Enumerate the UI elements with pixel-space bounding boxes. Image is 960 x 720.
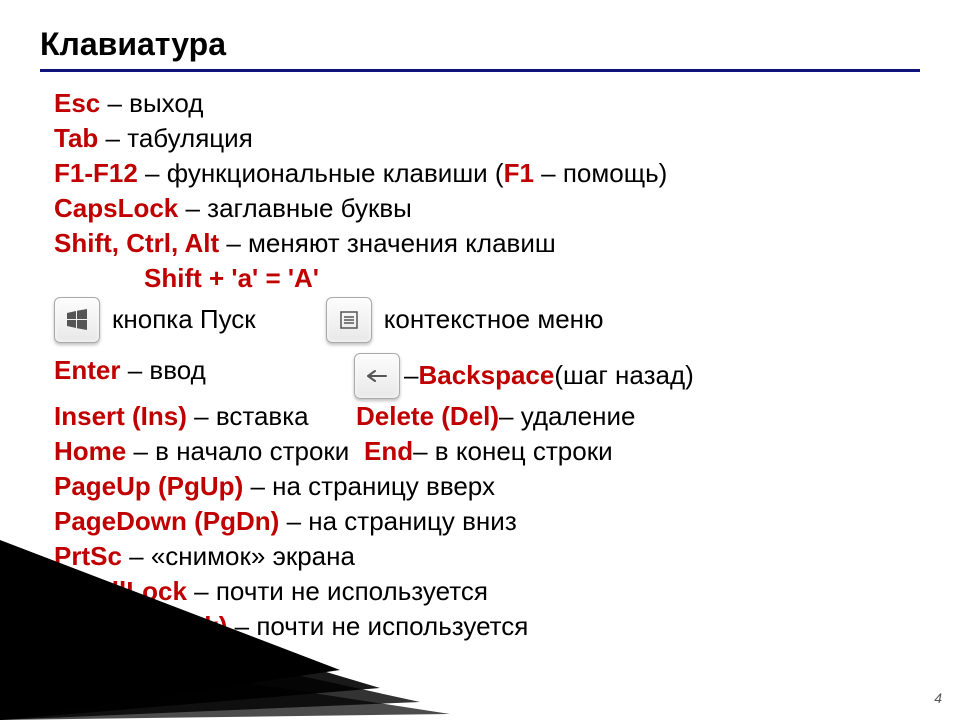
col-left: Home – в начало строки xyxy=(54,434,364,469)
col-right: End – в конец строки xyxy=(364,434,920,469)
key-name: Esc xyxy=(54,88,100,118)
col-left: Enter – ввод xyxy=(54,353,354,399)
text: – функциональные клавиши ( xyxy=(138,158,504,188)
col-left: Insert (Ins) – вставка xyxy=(54,399,354,434)
title-underline xyxy=(40,69,920,72)
key-desc: – в конец строки xyxy=(413,434,613,469)
key-desc: – табуляция xyxy=(98,123,252,153)
key-desc: (шаг назад) xyxy=(554,358,693,393)
line-esc: Esc – выход xyxy=(54,86,920,121)
slide-title: Клавиатура xyxy=(40,26,920,63)
key-name: PageUp (PgUp) xyxy=(54,471,243,501)
key-name: F1 xyxy=(504,158,534,188)
shift-example: Shift + 'a' = 'A' xyxy=(144,263,319,293)
key-desc: – заглавные буквы xyxy=(178,193,412,223)
start-button-label: кнопка Пуск xyxy=(112,302,256,337)
key-desc: – ввод xyxy=(120,355,205,385)
key-desc: – почти не используется xyxy=(187,576,488,606)
line-capslock: CapsLock – заглавные буквы xyxy=(54,191,920,226)
col-right: Delete (Del) – удаление xyxy=(354,399,920,434)
line-home-end: Home – в начало строки End – в конец стр… xyxy=(54,434,920,469)
slide: Клавиатура Esc – выход Tab – табуляция F… xyxy=(0,0,960,644)
line-prtsc: PrtSc – «снимок» экрана xyxy=(54,539,920,574)
key-desc: – меняют значения клавиш xyxy=(219,228,556,258)
key-name: Home xyxy=(54,436,126,466)
context-menu-key-icon xyxy=(326,297,372,343)
dash: – xyxy=(404,358,418,393)
key-name: F1-F12 xyxy=(54,158,138,188)
line-fkeys: F1-F12 – функциональные клавиши (F1 – по… xyxy=(54,156,920,191)
key-desc: – удаление xyxy=(499,399,635,434)
page-number: 4 xyxy=(934,690,942,706)
key-desc: – выход xyxy=(100,88,203,118)
key-name: CapsLock xyxy=(54,193,178,223)
line-win-ctx: кнопка Пуск контекстное меню xyxy=(54,297,920,343)
key-desc: – «снимок» экрана xyxy=(122,541,355,571)
windows-key-icon xyxy=(54,297,100,343)
col-right: – Backspace (шаг назад) xyxy=(354,353,920,399)
key-name: End xyxy=(364,434,413,469)
slide-body: Esc – выход Tab – табуляция F1-F12 – фун… xyxy=(40,86,920,644)
context-menu-label: контекстное меню xyxy=(384,302,604,337)
key-name: ScrollLock xyxy=(54,576,187,606)
line-shift-example: Shift + 'a' = 'A' xyxy=(54,261,920,296)
key-name: Insert (Ins) xyxy=(54,401,187,431)
key-name: Backspace xyxy=(418,358,554,393)
text: – помощь) xyxy=(534,158,667,188)
line-pagedown: PageDown (PgDn) – на страницу вниз xyxy=(54,504,920,539)
line-modifiers: Shift, Ctrl, Alt – меняют значения клави… xyxy=(54,226,920,261)
line-scrolllock: ScrollLock – почти не используется xyxy=(54,574,920,609)
line-pause: Pause (Break) – почти не используется xyxy=(54,609,920,644)
key-name: Tab xyxy=(54,123,98,153)
key-name: Pause (Break) xyxy=(54,611,227,641)
key-name: PrtSc xyxy=(54,541,122,571)
key-desc: – почти не используется xyxy=(227,611,528,641)
key-desc: – на страницу вниз xyxy=(279,506,516,536)
key-name: Delete (Del) xyxy=(356,399,499,434)
line-tab: Tab – табуляция xyxy=(54,121,920,156)
backspace-key-icon xyxy=(354,353,400,399)
line-insert-delete: Insert (Ins) – вставка Delete (Del) – уд… xyxy=(54,399,920,434)
line-pageup: PageUp (PgUp) – на страницу вверх xyxy=(54,469,920,504)
line-enter-backspace: Enter – ввод – Backspace (шаг назад) xyxy=(54,353,920,399)
key-name: PageDown (PgDn) xyxy=(54,506,279,536)
key-desc: – вставка xyxy=(187,401,309,431)
spacer xyxy=(54,343,920,353)
key-name: Shift, Ctrl, Alt xyxy=(54,228,219,258)
key-name: Enter xyxy=(54,355,120,385)
key-desc: – на страницу вверх xyxy=(243,471,495,501)
key-desc: – в начало строки xyxy=(126,436,349,466)
